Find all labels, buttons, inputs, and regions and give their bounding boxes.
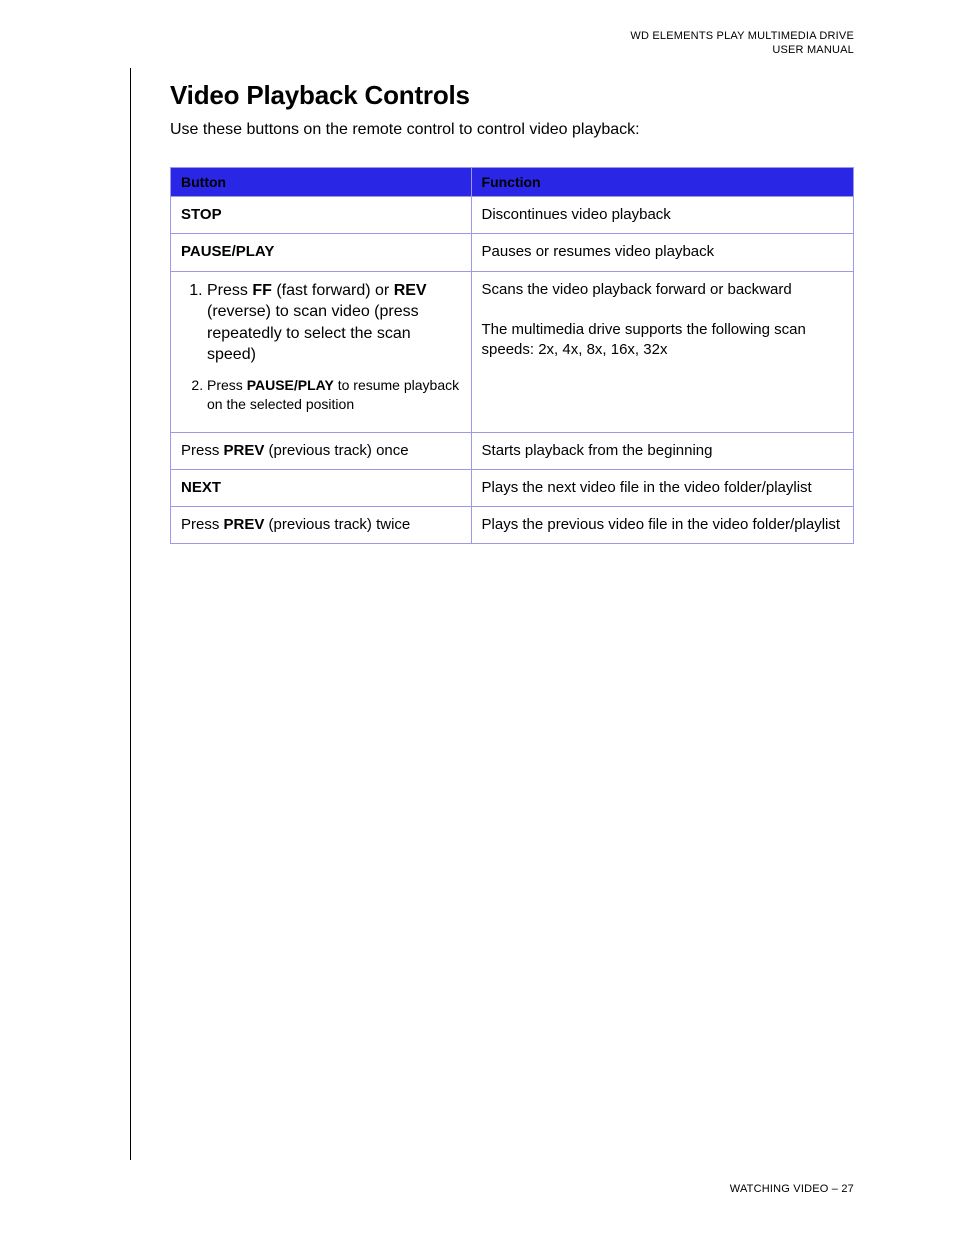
table-row: Press PREV (previous track) twicePlays t… [171,507,854,544]
cell-button: STOP [171,197,472,234]
header-line-1: WD ELEMENTS PLAY MULTIMEDIA DRIVE [630,30,854,44]
footer-page-number: 27 [841,1183,854,1195]
cell-function: Scans the video playback forward or back… [471,271,853,432]
margin-rule [130,68,131,1160]
page-footer: WATCHING VIDEO – 27 [730,1183,854,1195]
col-header-function: Function [471,168,853,197]
controls-table: Button Function STOPDiscontinues video p… [170,167,854,544]
footer-section-label: WATCHING VIDEO [730,1183,829,1195]
page-header: WD ELEMENTS PLAY MULTIMEDIA DRIVE USER M… [630,30,854,58]
cell-function: Pauses or resumes video playback [471,234,853,271]
table-row: STOPDiscontinues video playback [171,197,854,234]
table-row: NEXTPlays the next video file in the vid… [171,469,854,506]
footer-separator: – [829,1183,842,1195]
cell-function: Starts playback from the beginning [471,432,853,469]
col-header-button: Button [171,168,472,197]
section-intro: Use these buttons on the remote control … [170,121,854,139]
section-title: Video Playback Controls [170,80,854,111]
table-row: PAUSE/PLAYPauses or resumes video playba… [171,234,854,271]
cell-button: NEXT [171,469,472,506]
table-row: Press PREV (previous track) onceStarts p… [171,432,854,469]
content-area: Video Playback Controls Use these button… [170,80,854,544]
table-header-row: Button Function [171,168,854,197]
manual-page: WD ELEMENTS PLAY MULTIMEDIA DRIVE USER M… [0,0,954,1235]
header-line-2: USER MANUAL [630,44,854,58]
cell-function: Discontinues video playback [471,197,853,234]
cell-button: Press PREV (previous track) once [171,432,472,469]
table-row: Press FF (fast forward) or REV (reverse)… [171,271,854,432]
cell-button: PAUSE/PLAY [171,234,472,271]
cell-button: Press PREV (previous track) twice [171,507,472,544]
cell-function: Plays the next video file in the video f… [471,469,853,506]
cell-function: Plays the previous video file in the vid… [471,507,853,544]
cell-button: Press FF (fast forward) or REV (reverse)… [171,271,472,432]
